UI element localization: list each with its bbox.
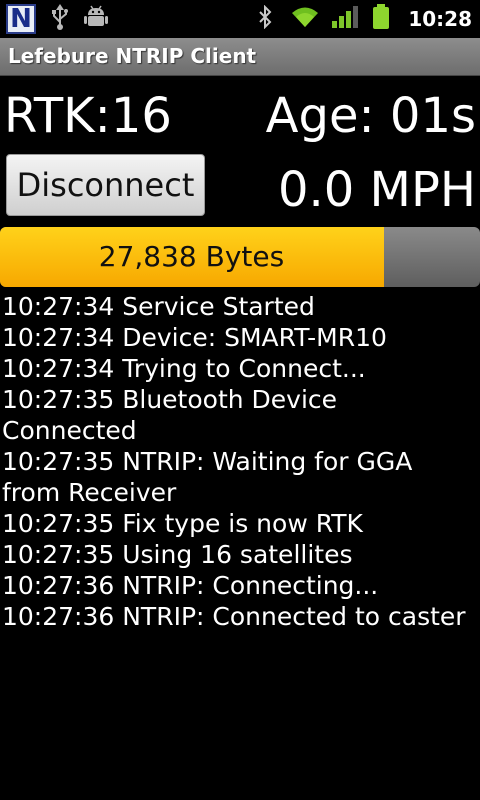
battery-icon <box>372 4 390 34</box>
ntrip-app-icon: N <box>6 4 36 34</box>
log-entry: 10:27:36 NTRIP: Connected to caster <box>2 602 466 631</box>
bytes-progress-label: 27,838 Bytes <box>98 240 285 273</box>
log-entry: 10:27:35 Fix type is now RTK <box>2 509 363 538</box>
status-bar-left: N <box>6 3 108 35</box>
wifi-icon <box>290 5 320 33</box>
bluetooth-icon <box>258 4 272 33</box>
status-log: 10:27:34 Service Started 10:27:34 Device:… <box>2 291 478 632</box>
correction-age: Age: 01s <box>265 88 476 144</box>
log-entry: 10:27:34 Trying to Connect... <box>2 354 366 383</box>
log-entry: 10:27:36 NTRIP: Connecting... <box>2 571 379 600</box>
title-bar: Lefebure NTRIP Client <box>0 38 480 76</box>
status-bar: N 10:28 <box>0 0 480 38</box>
speed-readout: 0.0 MPH <box>277 162 476 218</box>
log-entry: 10:27:35 Bluetooth Device Connected <box>2 385 338 445</box>
status-bar-right: 10:28 <box>258 0 472 38</box>
bytes-progress-bar: 27,838 Bytes <box>0 227 480 287</box>
disconnect-button[interactable]: Disconnect <box>6 154 205 216</box>
log-entry: 10:27:35 NTRIP: Waiting for GGA from Rec… <box>2 447 413 507</box>
usb-icon <box>50 4 70 34</box>
log-entry: 10:27:35 Using 16 satellites <box>2 540 353 569</box>
app-title: Lefebure NTRIP Client <box>8 44 257 68</box>
log-entry: 10:27:34 Service Started <box>2 292 315 321</box>
rtk-satellite-count: RTK:16 <box>4 88 172 144</box>
signal-icon <box>332 5 359 33</box>
android-debug-icon <box>84 4 108 34</box>
status-clock: 10:28 <box>408 7 472 31</box>
log-entry: 10:27:34 Device: SMART-MR10 <box>2 323 387 352</box>
